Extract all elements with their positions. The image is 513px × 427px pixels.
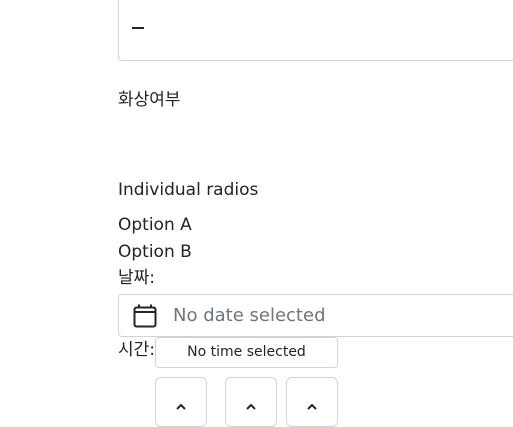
ampm-increment-button[interactable] bbox=[286, 377, 338, 427]
individual-radios-label: Individual radios bbox=[118, 180, 259, 200]
burn-status-label: 화상여부 bbox=[118, 90, 181, 110]
notes-textarea[interactable] bbox=[118, 0, 513, 61]
time-label: 시간: bbox=[118, 340, 156, 360]
date-picker[interactable]: No date selected bbox=[118, 294, 513, 337]
text-cursor bbox=[132, 27, 144, 29]
chevron-up-icon bbox=[307, 404, 317, 410]
date-label: 날짜: bbox=[118, 268, 156, 288]
radio-option-b[interactable]: Option B bbox=[118, 241, 192, 263]
time-picker[interactable]: No time selected bbox=[155, 337, 338, 368]
date-value: No date selected bbox=[173, 305, 326, 326]
chevron-up-icon bbox=[246, 404, 256, 410]
hours-increment-button[interactable] bbox=[155, 377, 207, 427]
chevron-up-icon bbox=[176, 404, 186, 410]
minutes-increment-button[interactable] bbox=[225, 377, 277, 427]
radio-option-a[interactable]: Option A bbox=[118, 214, 192, 236]
calendar-icon[interactable] bbox=[133, 304, 157, 328]
